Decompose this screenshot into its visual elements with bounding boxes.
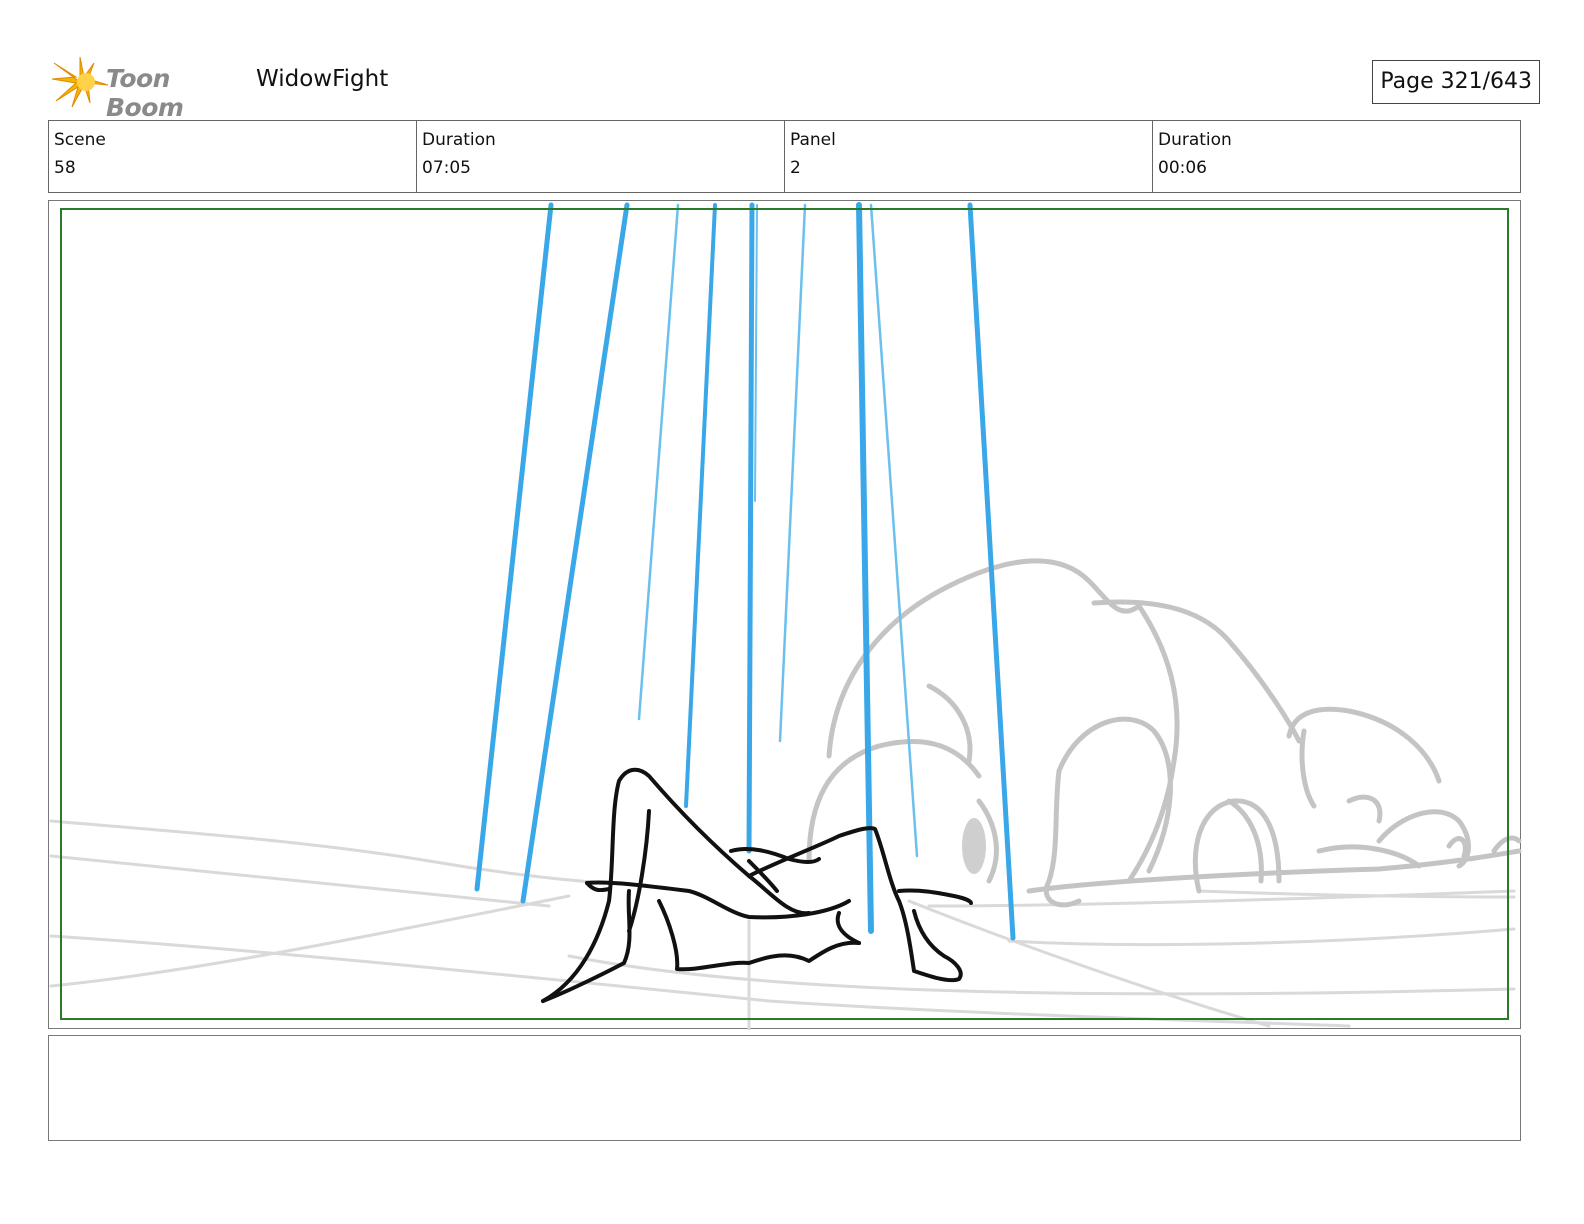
panel-value: 2 <box>790 158 801 178</box>
panel-label: Panel <box>790 130 836 150</box>
scene-duration-cell: Duration 07:05 <box>417 121 785 192</box>
panel-cell: Panel 2 <box>785 121 1153 192</box>
page-counter: Page 321/643 <box>1372 60 1540 104</box>
panel-duration-cell: Duration 00:06 <box>1153 121 1520 192</box>
scene-value: 58 <box>54 158 76 178</box>
creature-sketch <box>806 558 1522 908</box>
scene-duration-label: Duration <box>422 130 496 150</box>
rain-streaks <box>474 202 1016 941</box>
panel-duration-value: 00:06 <box>1158 158 1207 178</box>
project-title: WidowFight <box>256 66 389 92</box>
toon-boom-logo: Toon Boom <box>50 55 240 122</box>
character-sketch <box>541 767 973 1003</box>
logo-wordmark: Toon Boom <box>106 64 184 122</box>
panel-drawing-frame <box>48 200 1522 1030</box>
scene-cell: Scene 58 <box>49 121 417 192</box>
scene-info-table: Scene 58 Duration 07:05 Panel 2 Duration… <box>48 120 1521 193</box>
storyboard-header: Toon Boom WidowFight Page 321/643 <box>50 55 1540 122</box>
panel-duration-label: Duration <box>1158 130 1232 150</box>
starburst-icon <box>51 56 109 108</box>
panel-notes-box <box>48 1035 1521 1141</box>
scene-label: Scene <box>54 130 106 150</box>
panel-sketch <box>49 202 1522 1030</box>
ground-lines <box>49 819 1516 1030</box>
scene-duration-value: 07:05 <box>422 158 471 178</box>
